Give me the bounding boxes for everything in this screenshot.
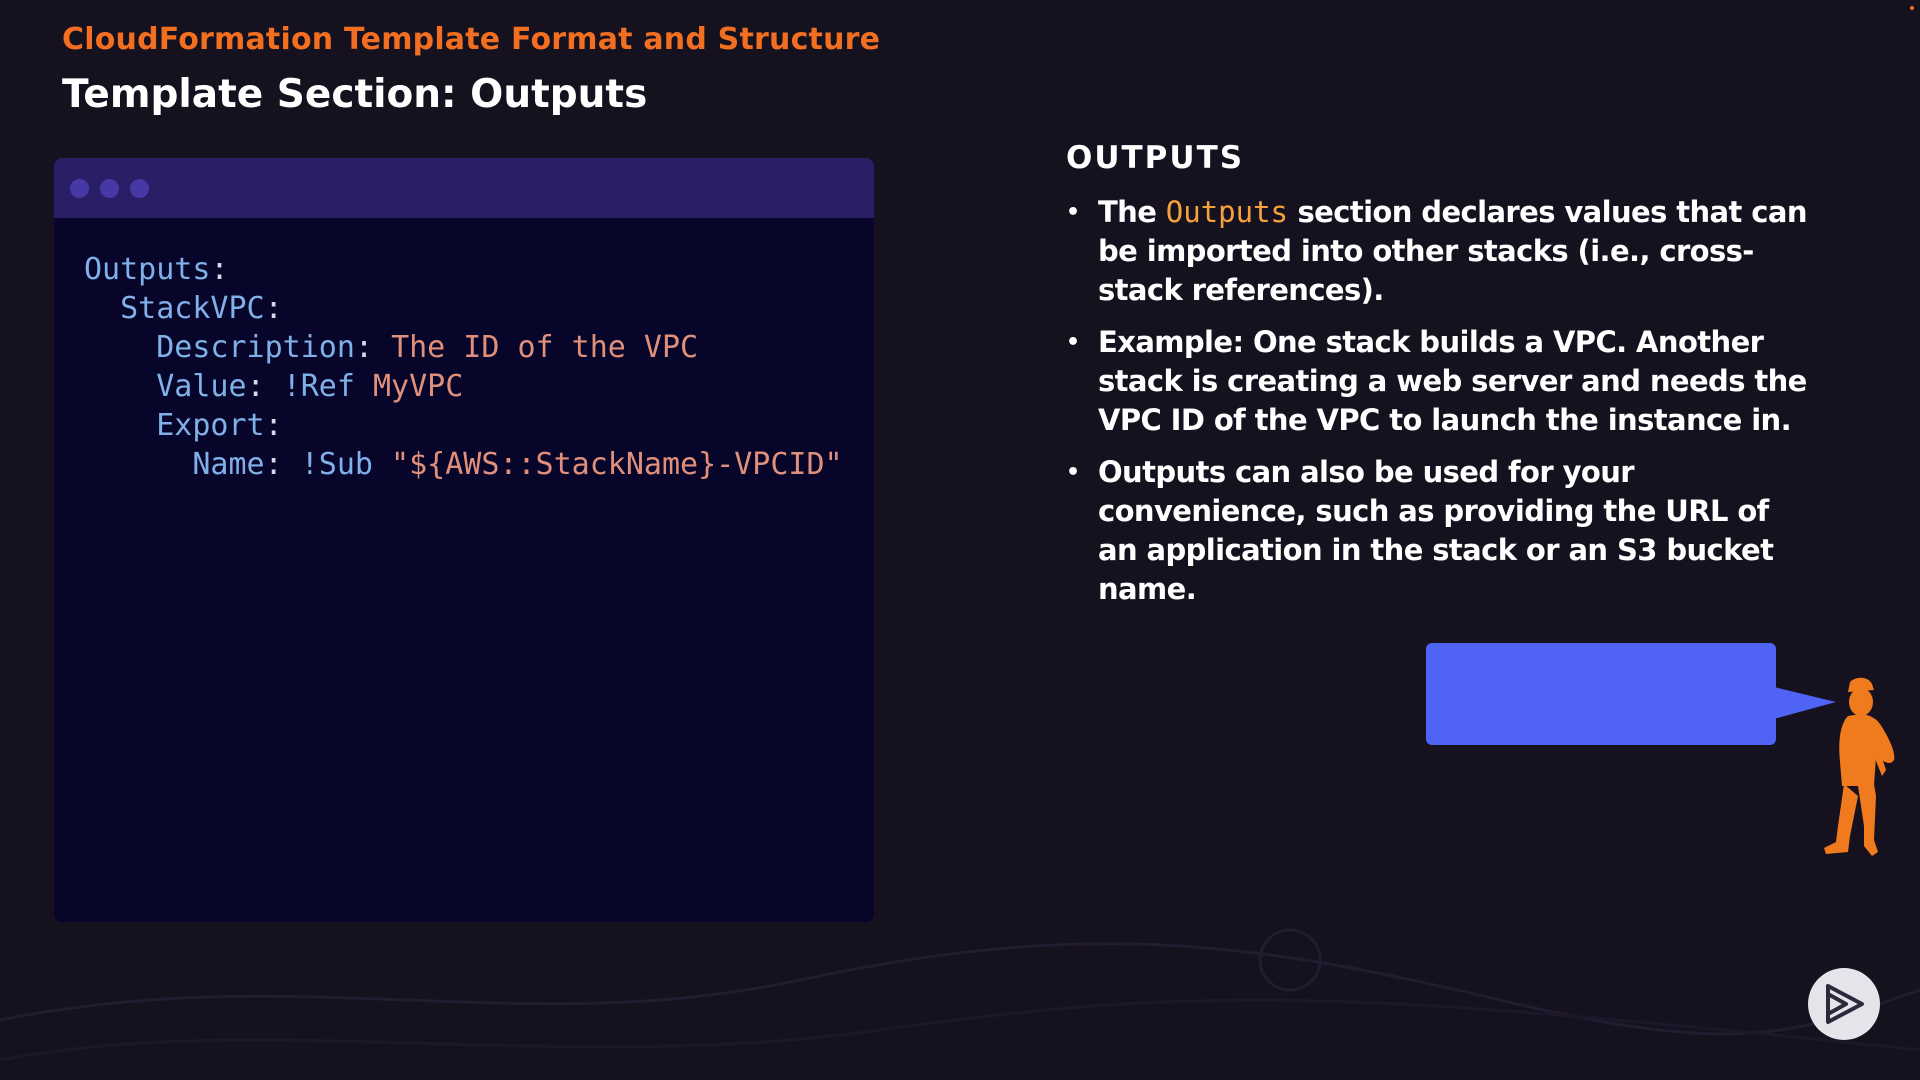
window-dot-icon	[70, 179, 89, 198]
bullet-text-pre: The	[1098, 195, 1166, 229]
code-token: :	[210, 252, 229, 287]
bullet-item: • Example: One stack builds a VPC. Anoth…	[1066, 323, 1816, 440]
code-line: Description: The ID of the VPC	[84, 328, 843, 367]
bullet-item: • The Outputs section declares values th…	[1066, 193, 1816, 310]
bullet-code-term: Outputs	[1165, 195, 1289, 229]
presenter-silhouette-icon	[1824, 677, 1895, 856]
code-token: "${AWS::StackName}-VPCID"	[373, 447, 843, 482]
code-window: Outputs: StackVPC: Description: The ID o…	[54, 158, 874, 922]
code-token: Outputs	[84, 252, 211, 287]
code-line: StackVPC:	[84, 289, 843, 328]
code-line: Name: !Sub "${AWS::StackName}-VPCID"	[84, 445, 843, 484]
code-line: Outputs:	[84, 250, 843, 289]
code-token: !Sub	[300, 447, 373, 482]
code-line: Value: !Ref MyVPC	[84, 367, 843, 406]
code-token: Export	[84, 408, 265, 443]
code-token: Description	[84, 330, 355, 365]
bullet-list: • The Outputs section declares values th…	[1066, 193, 1816, 622]
slide-subtitle: CloudFormation Template Format and Struc…	[62, 22, 881, 57]
corner-indicator	[1910, 6, 1914, 10]
code-token: The ID of the VPC	[391, 330, 699, 365]
bullet-text-pre: Outputs can also be used for your conven…	[1098, 455, 1774, 606]
bullet-item: • Outputs can also be used for your conv…	[1066, 453, 1816, 609]
code-token: :	[264, 408, 283, 443]
code-token: :	[264, 447, 301, 482]
code-token: :	[354, 330, 392, 365]
bullet-text-pre: Example: One stack builds a VPC. Another…	[1098, 325, 1807, 437]
code-token: !Ref	[282, 369, 355, 404]
slide-title: Template Section: Outputs	[62, 72, 648, 117]
code-window-titlebar	[54, 158, 874, 218]
window-dot-icon	[100, 179, 119, 198]
code-token: Name	[84, 447, 265, 482]
code-token: MyVPC	[354, 369, 464, 404]
code-token: Value	[84, 369, 247, 404]
play-logo-button[interactable]	[1808, 968, 1880, 1040]
play-logo-icon	[1826, 984, 1864, 1024]
bullet-dot-icon: •	[1066, 200, 1080, 225]
code-token: :	[246, 369, 283, 404]
notes-heading: OUTPUTS	[1066, 140, 1245, 176]
code-line: Export:	[84, 406, 843, 445]
bullet-dot-icon: •	[1066, 460, 1080, 485]
code-token: :	[264, 291, 283, 326]
bullet-dot-icon: •	[1066, 330, 1080, 355]
code-block: Outputs: StackVPC: Description: The ID o…	[84, 250, 843, 484]
window-dot-icon	[130, 179, 149, 198]
speech-bubble	[1426, 643, 1776, 745]
code-token: StackVPC	[84, 291, 265, 326]
